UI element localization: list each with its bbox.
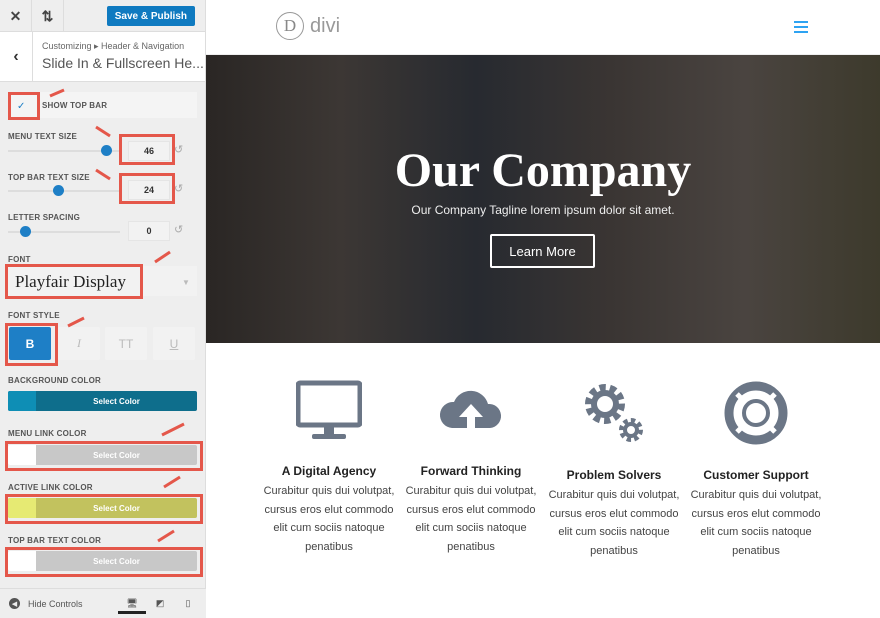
hamburger-menu-icon[interactable] bbox=[794, 21, 808, 36]
feature-item: A Digital Agency Curabitur quis dui volu… bbox=[259, 380, 399, 556]
annotation-arrows bbox=[49, 88, 185, 543]
learn-more-button[interactable]: Learn More bbox=[490, 234, 595, 268]
feature-text: Curabitur quis dui volutpat, cursus eros… bbox=[263, 485, 395, 553]
life-ring-icon bbox=[724, 381, 788, 445]
feature-title: Customer Support bbox=[703, 468, 809, 482]
feature-text: Curabitur quis dui volutpat, cursus eros… bbox=[548, 489, 680, 557]
feature-text: Curabitur quis dui volutpat, cursus eros… bbox=[690, 489, 822, 557]
hero-title: Our Company bbox=[394, 144, 692, 197]
cloud-upload-icon bbox=[439, 390, 502, 431]
feature-text: Curabitur quis dui volutpat, cursus eros… bbox=[405, 485, 537, 553]
feature-title: Problem Solvers bbox=[566, 468, 662, 482]
gears-icon bbox=[585, 384, 643, 442]
feature-title: Forward Thinking bbox=[420, 464, 522, 478]
feature-item: Forward Thinking Curabitur quis dui volu… bbox=[401, 380, 541, 556]
monitor-icon bbox=[296, 380, 362, 439]
feature-title: A Digital Agency bbox=[281, 464, 377, 478]
hero-section: Our Company Our Company Tagline lorem ip… bbox=[206, 55, 880, 343]
divi-logo[interactable]: Ddivi bbox=[276, 12, 340, 40]
hero-tagline: Our Company Tagline lorem ipsum dolor si… bbox=[411, 203, 675, 217]
feature-item: Customer Support Curabitur quis dui volu… bbox=[686, 380, 826, 560]
site-preview: Ddivi Our Company Our Company Tagline lo… bbox=[206, 0, 880, 618]
feature-item: Problem Solvers Curabitur quis dui volut… bbox=[544, 380, 684, 560]
